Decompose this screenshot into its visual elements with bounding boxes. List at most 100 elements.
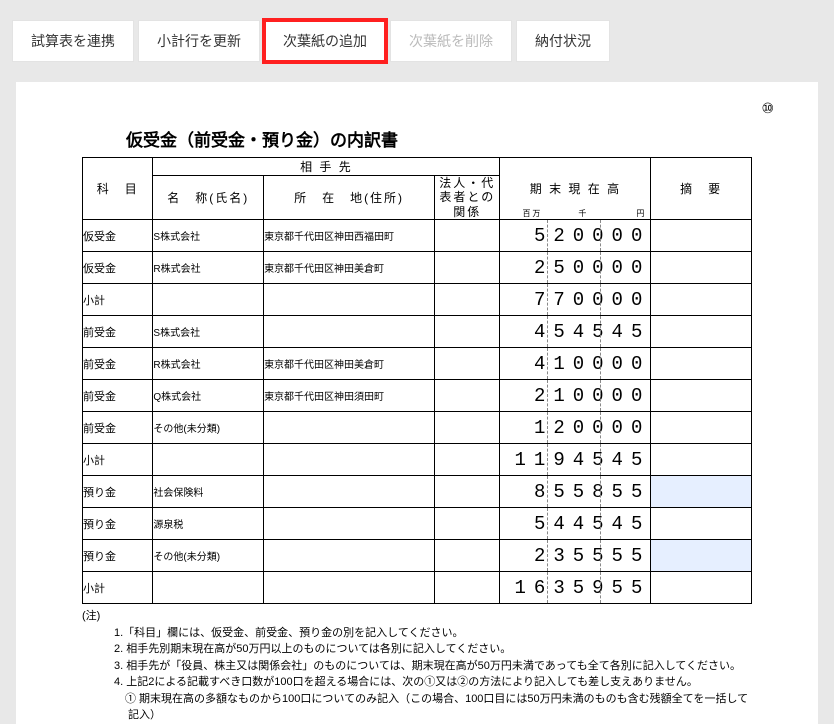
cell-balance[interactable]: 1194545 [500,444,651,476]
cell-remark[interactable] [651,572,752,604]
page-marker: ⑩ [761,100,774,117]
cell-name[interactable]: その他(未分類) [153,540,264,572]
cell-name[interactable]: Q株式会社 [153,380,264,412]
col-remark: 摘 要 [651,158,752,220]
table-row: 前受金その他(未分類) 120000 [83,412,752,444]
cell-address[interactable] [264,412,435,444]
table-row: 前受金Q株式会社東京都千代田区神田須田町 210000 [83,380,752,412]
cell-name[interactable]: S株式会社 [153,316,264,348]
link-trial-balance-button[interactable]: 試算表を連携 [12,20,134,62]
page-title: 仮受金（前受金・預り金）の内訳書 [126,126,818,151]
cell-balance[interactable]: 235555 [500,540,651,572]
table-row: 前受金R株式会社東京都千代田区神田美倉町 410000 [83,348,752,380]
cell-relation[interactable] [435,284,500,316]
cell-subject[interactable]: 小計 [83,444,153,476]
cell-address[interactable]: 東京都千代田区神田西福田町 [264,220,435,252]
note-item: ① 期末現在高の多額なものから100口についてのみ記入（この場合、100口目には… [128,691,752,724]
table-row: 小計 1194545 [83,444,752,476]
cell-address[interactable] [264,444,435,476]
cell-balance[interactable]: 454545 [500,316,651,348]
table-row: 預り金源泉税 544545 [83,508,752,540]
cell-remark[interactable] [651,348,752,380]
col-subject: 科 目 [83,158,153,220]
cell-balance[interactable]: 210000 [500,380,651,412]
cell-remark[interactable] [651,540,752,572]
cell-address[interactable] [264,476,435,508]
cell-relation[interactable] [435,508,500,540]
note-item: 2. 相手先別期末現在高が50万円以上のものについては各別に記入してください。 [128,641,752,658]
cell-name[interactable]: 社会保険料 [153,476,264,508]
cell-remark[interactable] [651,476,752,508]
table-row: 仮受金S株式会社東京都千代田区神田西福田町 520000 [83,220,752,252]
cell-name[interactable] [153,572,264,604]
cell-relation[interactable] [435,252,500,284]
cell-balance[interactable]: 544545 [500,508,651,540]
col-balance: 期 末 現 在 高 百万 千 円 [500,158,651,220]
cell-remark[interactable] [651,220,752,252]
cell-address[interactable] [264,316,435,348]
cell-relation[interactable] [435,444,500,476]
cell-relation[interactable] [435,572,500,604]
cell-address[interactable] [264,540,435,572]
cell-subject[interactable]: 前受金 [83,412,153,444]
cell-address[interactable]: 東京都千代田区神田須田町 [264,380,435,412]
col-counterparty: 相 手 先 [153,158,500,176]
cell-relation[interactable] [435,476,500,508]
cell-relation[interactable] [435,540,500,572]
table-row: 預り金社会保険料 855855 [83,476,752,508]
cell-subject[interactable]: 前受金 [83,348,153,380]
cell-address[interactable] [264,508,435,540]
cell-subject[interactable]: 仮受金 [83,220,153,252]
cell-balance[interactable]: 520000 [500,220,651,252]
cell-address[interactable] [264,572,435,604]
cell-address[interactable] [264,284,435,316]
col-relation: 法人・代表者との関係 [435,176,500,220]
note-item: 1.「科目」欄には、仮受金、前受金、預り金の別を記入してください。 [128,625,752,642]
document-page: ⑩ 仮受金（前受金・預り金）の内訳書 科 目 相 手 先 期 末 現 在 高 百… [16,82,818,724]
cell-subject[interactable]: 小計 [83,284,153,316]
cell-remark[interactable] [651,316,752,348]
cell-address[interactable]: 東京都千代田区神田美倉町 [264,252,435,284]
add-continuation-sheet-button[interactable]: 次葉紙の追加 [264,20,386,62]
cell-remark[interactable] [651,508,752,540]
cell-subject[interactable]: 小計 [83,572,153,604]
cell-remark[interactable] [651,284,752,316]
cell-relation[interactable] [435,220,500,252]
cell-subject[interactable]: 預り金 [83,540,153,572]
cell-subject[interactable]: 前受金 [83,380,153,412]
cell-remark[interactable] [651,412,752,444]
table-row: 小計 770000 [83,284,752,316]
note-item: 3. 相手先が「役員、株主又は関係会社」のものについては、期末現在高が50万円未… [128,658,752,675]
cell-address[interactable]: 東京都千代田区神田美倉町 [264,348,435,380]
cell-name[interactable]: R株式会社 [153,252,264,284]
table-row: 前受金S株式会社 454545 [83,316,752,348]
cell-remark[interactable] [651,380,752,412]
delete-continuation-sheet-button: 次葉紙を削除 [390,20,512,62]
cell-subject[interactable]: 預り金 [83,508,153,540]
note-item: 4. 上記2による記載すべき口数が100口を超える場合には、次の①又は②の方法に… [128,674,752,691]
cell-remark[interactable] [651,444,752,476]
cell-subject[interactable]: 仮受金 [83,252,153,284]
cell-subject[interactable]: 預り金 [83,476,153,508]
cell-name[interactable] [153,444,264,476]
cell-remark[interactable] [651,252,752,284]
cell-relation[interactable] [435,380,500,412]
cell-balance[interactable]: 250000 [500,252,651,284]
cell-subject[interactable]: 前受金 [83,316,153,348]
cell-relation[interactable] [435,348,500,380]
cell-balance[interactable]: 410000 [500,348,651,380]
cell-balance[interactable]: 855855 [500,476,651,508]
cell-balance[interactable]: 120000 [500,412,651,444]
cell-relation[interactable] [435,316,500,348]
cell-relation[interactable] [435,412,500,444]
update-subtotals-button[interactable]: 小計行を更新 [138,20,260,62]
cell-name[interactable] [153,284,264,316]
cell-balance[interactable]: 1635955 [500,572,651,604]
cell-balance[interactable]: 770000 [500,284,651,316]
cell-name[interactable]: その他(未分類) [153,412,264,444]
cell-name[interactable]: R株式会社 [153,348,264,380]
payment-status-button[interactable]: 納付状況 [516,20,610,62]
col-address: 所 在 地(住所) [264,176,435,220]
cell-name[interactable]: S株式会社 [153,220,264,252]
cell-name[interactable]: 源泉税 [153,508,264,540]
